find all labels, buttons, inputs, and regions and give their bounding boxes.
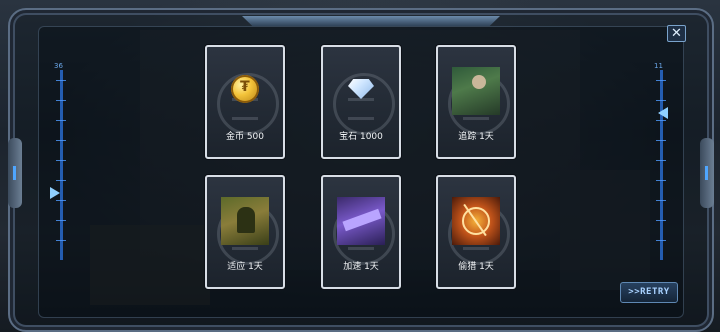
gauge-tick (656, 160, 666, 161)
gauge-tick (56, 240, 66, 241)
gauge-tick (656, 140, 666, 141)
gauge-tick (56, 80, 66, 81)
adapt-skill-icon (221, 197, 269, 245)
right-gauge-label: 11 (654, 62, 663, 70)
right-gauge-marker-icon (658, 107, 668, 119)
close-button[interactable]: ✕ (667, 25, 686, 42)
gauge-tick (56, 180, 66, 181)
gauge-tick (656, 220, 666, 221)
left-gauge-marker-icon (50, 187, 60, 199)
left-gauge-track (60, 70, 63, 260)
right-side-tab (700, 138, 714, 208)
reward-card-adapt[interactable]: 适应 1天 (205, 175, 285, 289)
reward-label: 追踪 1天 (458, 132, 494, 142)
speed-skill-icon (337, 197, 385, 245)
reward-card-gold[interactable]: ₮ 金币 500 (205, 45, 285, 159)
reward-label: 偷猎 1天 (458, 262, 494, 272)
track-skill-icon (452, 67, 500, 115)
reward-label: 加速 1天 (343, 262, 379, 272)
right-gauge: 11 (654, 62, 668, 260)
reward-label: 金币 500 (225, 132, 265, 142)
reward-label: 适应 1天 (227, 262, 263, 272)
reward-card-track[interactable]: 追踪 1天 (436, 45, 516, 159)
gauge-tick (56, 100, 66, 101)
left-gauge: 36 (50, 62, 68, 260)
left-gauge-label: 36 (54, 62, 63, 70)
gauge-tick (656, 80, 666, 81)
gauge-tick (56, 160, 66, 161)
retry-button[interactable]: >>RETRY (620, 282, 678, 303)
gauge-tick (656, 100, 666, 101)
right-gauge-track (660, 70, 663, 260)
frame-top-bar (242, 16, 500, 26)
gauge-tick (656, 240, 666, 241)
reward-card-gem[interactable]: 宝石 1000 (321, 45, 401, 159)
gauge-tick (656, 120, 666, 121)
gauge-tick (656, 200, 666, 201)
gauge-tick (56, 220, 66, 221)
reward-card-poach[interactable]: 偷猎 1天 (436, 175, 516, 289)
gauge-tick (56, 200, 66, 201)
reward-card-speed[interactable]: 加速 1天 (321, 175, 401, 289)
gauge-tick (56, 140, 66, 141)
reward-label: 宝石 1000 (339, 132, 383, 142)
left-side-tab (8, 138, 22, 208)
gauge-tick (56, 120, 66, 121)
poach-skill-icon (452, 197, 500, 245)
gauge-tick (656, 180, 666, 181)
gold-coin-icon: ₮ (231, 75, 259, 103)
